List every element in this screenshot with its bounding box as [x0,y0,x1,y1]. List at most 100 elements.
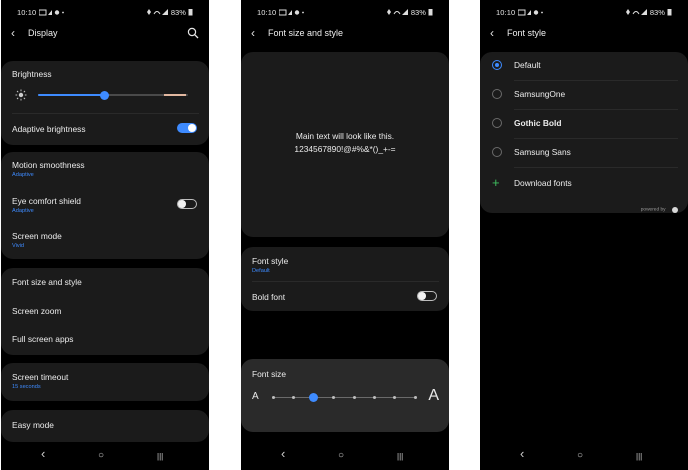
font-style-list-card: Default SamsungOne Gothic Bold Samsung S… [480,52,688,213]
nav-home-icon[interactable]: ○ [98,450,104,462]
font-size-step-dot[interactable] [393,396,397,399]
font-size-step-dot[interactable] [271,396,275,399]
nav-back-icon[interactable]: ‹ [41,447,45,460]
radio-icon[interactable] [492,147,502,157]
motion-smoothness-value: Adaptive [12,172,34,178]
motion-smoothness-label: Motion smoothness [12,160,85,170]
font-size-slider-thumb[interactable] [309,393,319,402]
brightness-slider-thumb[interactable] [99,90,109,100]
notification-icons [279,9,304,16]
status-bar: 10:10 83% [13,8,197,20]
adaptive-brightness-toggle[interactable] [177,123,197,133]
font-size-step-dot[interactable] [352,396,356,399]
nav-recents-icon[interactable]: ||| [636,451,642,463]
full-screen-apps-label: Full screen apps [12,334,74,344]
divider [252,281,439,282]
radio-selected-icon[interactable] [492,60,502,70]
bold-font-toggle[interactable] [417,291,437,301]
battery-percent: 83% [410,8,426,17]
powered-by-label: powered by [640,207,666,213]
sun-icon [15,89,27,101]
screen-zoom-row[interactable]: Screen zoom [12,306,199,320]
motion-smoothness-row[interactable]: Motion smoothness Adaptive [12,160,199,182]
search-icon[interactable] [187,27,199,39]
full-screen-apps-row[interactable]: Full screen apps [12,334,199,348]
signal-wifi-icon [146,9,168,15]
back-arrow-icon[interactable]: ‹ [11,26,15,40]
page-title: Display [28,28,58,38]
font-option-samsungone[interactable]: SamsungOne [491,88,678,102]
screen-timeout-label: Screen timeout [12,372,69,382]
font-size-step-dot[interactable] [291,396,295,399]
bold-font-row[interactable]: Bold font [252,291,439,305]
nav-recents-icon[interactable]: ||| [397,451,403,463]
back-arrow-icon[interactable]: ‹ [490,26,494,40]
nav-home-icon[interactable]: ○ [577,450,583,462]
back-arrow-icon[interactable]: ‹ [251,26,255,40]
font-size-step-dot[interactable] [372,396,376,399]
download-fonts-label: Download fonts [514,178,572,188]
status-bar: 10:10 83% [253,8,437,20]
display-options-card: Motion smoothness Adaptive Eye comfort s… [1,152,209,259]
status-right: 83% [145,8,193,17]
download-fonts-row[interactable]: + Download fonts [491,175,678,191]
font-preview-card: Main text will look like this. 123456789… [241,52,449,237]
divider [12,113,199,114]
font-style-row[interactable]: Font style Default [252,256,439,278]
screen-mode-value: Vivid [12,243,25,249]
nav-back-icon[interactable]: ‹ [520,447,524,460]
font-option-label: Gothic Bold [514,118,562,128]
status-time: 10:10 [496,8,516,17]
battery-icon [428,9,433,16]
brightness-extra-segment [164,94,186,96]
navigation-bar: ‹ ○ ||| [480,444,688,470]
screen-zoom-label: Screen zoom [12,306,62,316]
battery-icon [188,9,193,16]
font-size-step-dot[interactable] [413,396,417,399]
status-right: 83% [385,8,433,17]
nav-back-icon[interactable]: ‹ [281,447,285,460]
font-options-card: Font style Default Bold font [241,247,449,311]
font-size-card: Font size A A [241,359,449,432]
font-style-screen: 10:10 83% ‹ Font style Default SamsungOn… [480,0,688,470]
font-size-small-icon: A [252,391,259,402]
battery-percent: 83% [170,8,186,17]
divider [514,109,678,110]
eye-comfort-label: Eye comfort shield [12,196,81,206]
eye-comfort-row[interactable]: Eye comfort shield Adaptive [12,196,199,218]
adaptive-brightness-label: Adaptive brightness [12,124,86,134]
notification-icons [39,9,64,16]
app-header: ‹ Display [1,26,209,42]
radio-icon[interactable] [492,89,502,99]
font-option-default[interactable]: Default [491,59,678,73]
nav-recents-icon[interactable]: ||| [157,451,163,463]
font-option-gothic-bold[interactable]: Gothic Bold [491,117,678,131]
status-right: 83% [624,8,672,17]
galaxy-store-icon [672,206,678,213]
battery-icon [667,9,672,16]
app-header: ‹ Font style [480,26,688,42]
battery-percent: 83% [649,8,665,17]
font-size-slider[interactable] [271,393,417,402]
eye-comfort-toggle[interactable] [177,199,197,209]
easy-mode-row[interactable]: Easy mode [12,420,199,434]
status-time: 10:10 [17,8,37,17]
screen-timeout-value: 15 seconds [12,384,41,390]
font-zoom-card: Font size and style Screen zoom Full scr… [1,268,209,355]
font-option-label: SamsungOne [514,89,566,99]
preview-text-line2: 1234567890!@#%&*()_+-= [294,144,396,154]
plus-icon: + [492,175,500,190]
font-size-style-row[interactable]: Font size and style [12,277,199,291]
screen-timeout-row[interactable]: Screen timeout 15 seconds [12,372,199,394]
notification-icons [518,9,543,16]
display-settings-screen: 10:10 83% ‹ Display Brightness Adaptive … [1,0,209,470]
font-size-large-icon: A [428,387,439,404]
screen-mode-row[interactable]: Screen mode Vivid [12,231,199,253]
font-size-style-label: Font size and style [12,277,82,287]
brightness-label: Brightness [12,69,52,79]
radio-icon[interactable] [492,118,502,128]
nav-home-icon[interactable]: ○ [338,450,344,462]
font-size-step-dot[interactable] [332,396,336,399]
font-option-samsung-sans[interactable]: Samsung Sans [491,146,678,160]
adaptive-brightness-row[interactable]: Adaptive brightness [12,123,199,137]
